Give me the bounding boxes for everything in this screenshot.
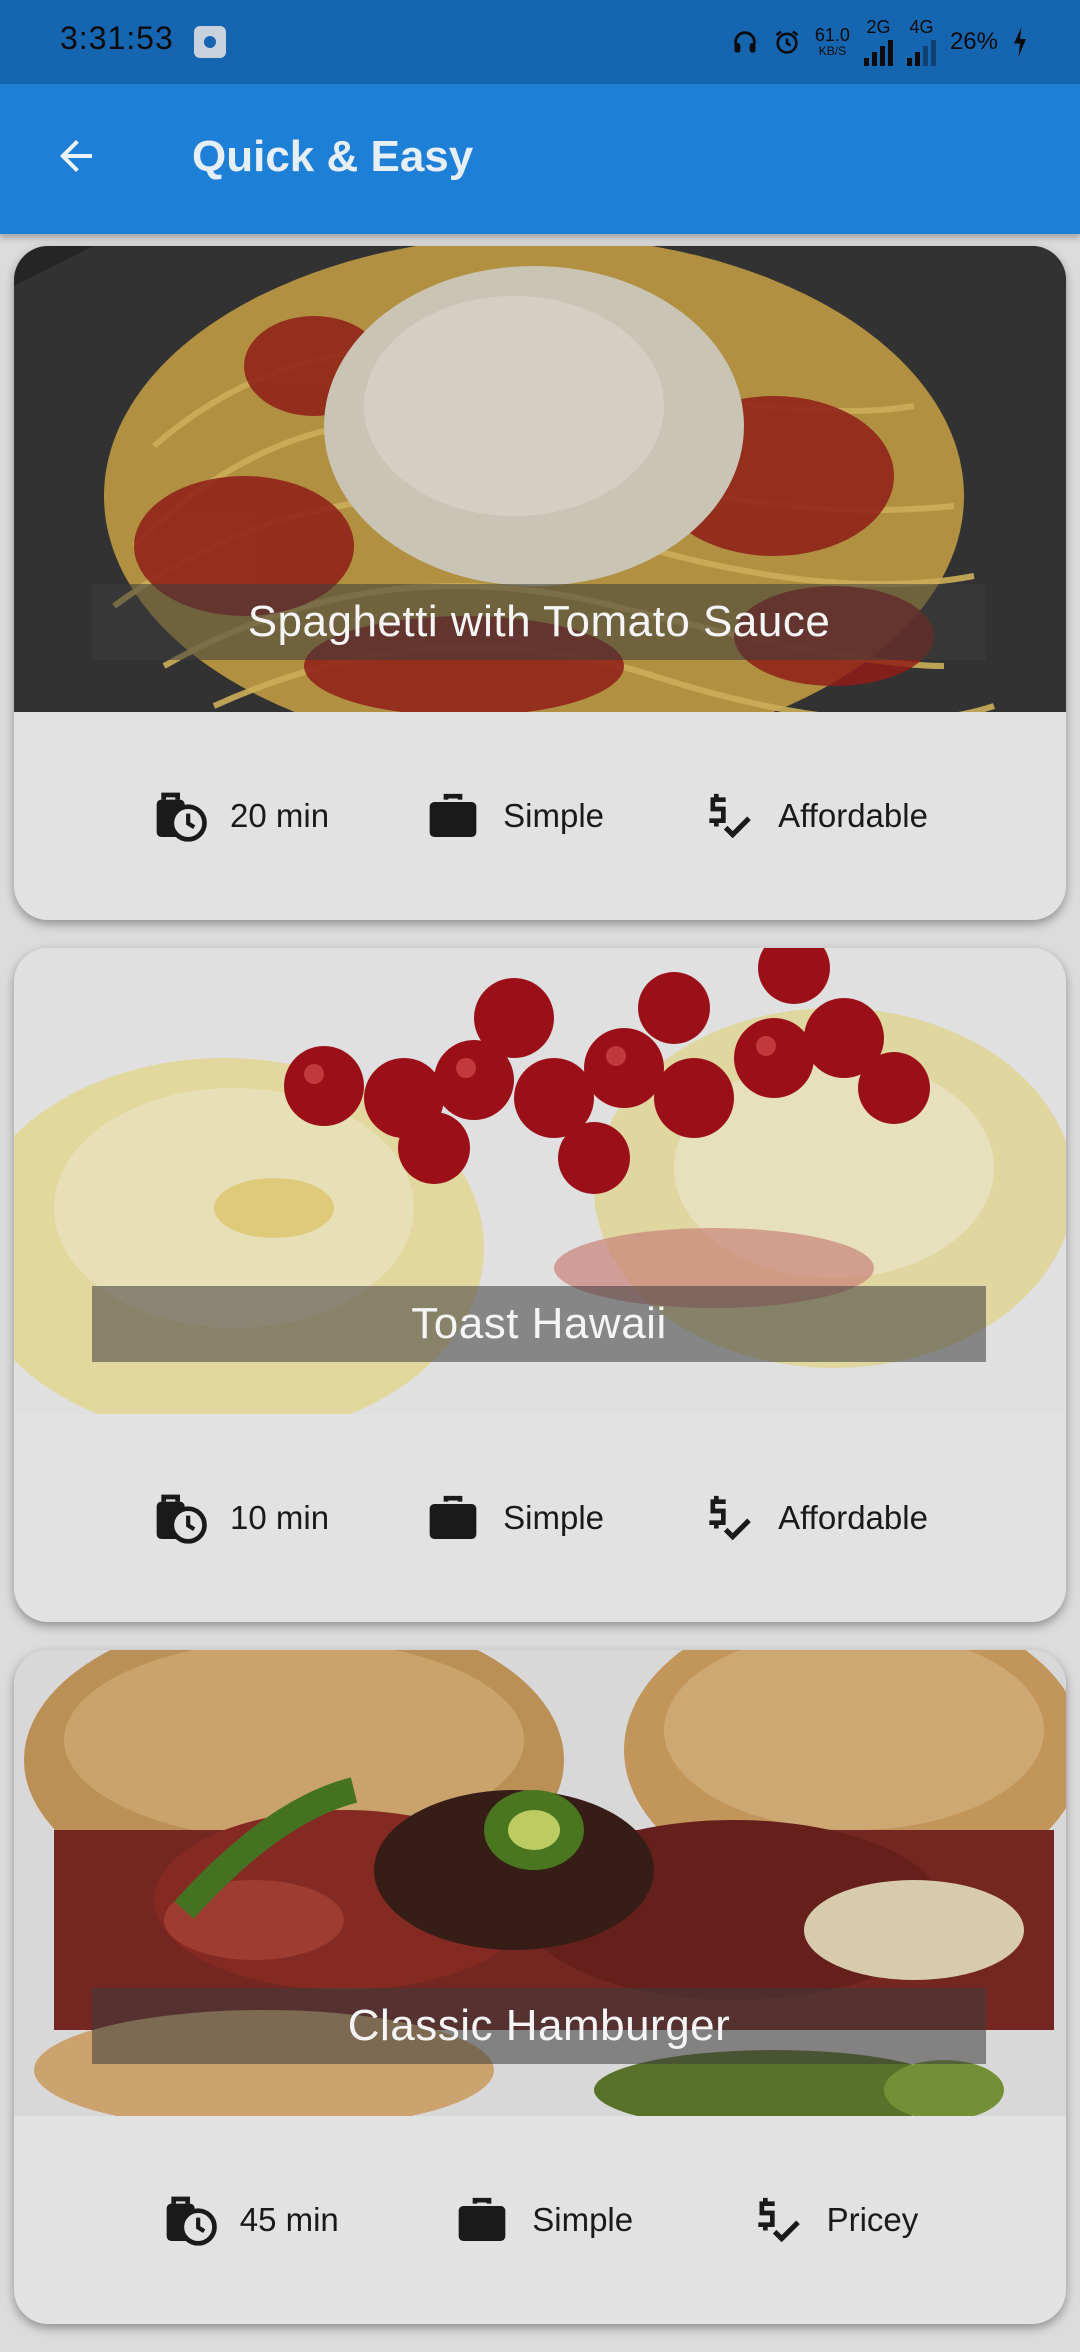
meal-title-band: Classic Hamburger bbox=[92, 1988, 986, 2064]
price-check-icon bbox=[709, 793, 751, 839]
price-check-icon bbox=[709, 1495, 751, 1541]
meal-card[interactable]: Toast Hawaii 10 min Simple Affordable bbox=[14, 948, 1066, 1622]
battery-charging-icon bbox=[1014, 27, 1026, 57]
settings-icon bbox=[194, 26, 226, 58]
meal-image: Spaghetti with Tomato Sauce bbox=[14, 246, 1066, 712]
meal-title-band: Toast Hawaii bbox=[92, 1286, 986, 1362]
meal-duration-text: 20 min bbox=[230, 797, 330, 834]
meal-title-band: Spaghetti with Tomato Sauce bbox=[92, 584, 986, 660]
meal-duration: 45 min bbox=[162, 2192, 339, 2248]
meal-info: 45 min Simple Pricey bbox=[14, 2116, 1066, 2324]
meal-info: 20 min Simple Affordable bbox=[14, 712, 1066, 920]
status-bar: 3:31:53 61.0 KB/S 2G 4G 26% bbox=[0, 0, 1080, 84]
price-check-icon bbox=[757, 2197, 800, 2243]
meal-title: Classic Hamburger bbox=[347, 2001, 731, 2050]
timer-icon bbox=[156, 1494, 207, 1544]
arrow-back-icon bbox=[60, 140, 92, 172]
network-speed-unit: KB/S bbox=[818, 44, 847, 58]
meal-affordability: Pricey bbox=[749, 2192, 919, 2248]
meal-affordability-text: Affordable bbox=[778, 797, 928, 834]
meal-affordability-text: Affordable bbox=[778, 1499, 928, 1536]
meal-card[interactable]: Spaghetti with Tomato Sauce 20 min Simpl… bbox=[14, 246, 1066, 920]
network-speed-value: 61.0 bbox=[814, 25, 850, 45]
meal-duration-text: 10 min bbox=[230, 1499, 330, 1536]
meal-title: Spaghetti with Tomato Sauce bbox=[247, 597, 831, 646]
meal-duration-text: 45 min bbox=[239, 2201, 339, 2238]
meal-complexity-text: Simple bbox=[503, 797, 605, 834]
meal-card[interactable]: Classic Hamburger 45 min Simple Pricey bbox=[14, 1650, 1066, 2324]
network-2g: 2G bbox=[863, 17, 893, 66]
meal-info: 10 min Simple Affordable bbox=[14, 1414, 1066, 1622]
signal-icon bbox=[906, 36, 936, 66]
meal-duration: 10 min bbox=[152, 1490, 329, 1546]
battery-level: 26% bbox=[949, 28, 998, 55]
status-icons: 61.0 KB/S 2G 4G 26% bbox=[731, 18, 1028, 66]
signal-icon bbox=[863, 36, 893, 66]
back-button[interactable] bbox=[44, 124, 108, 188]
briefcase-icon bbox=[429, 793, 477, 837]
timer-icon bbox=[166, 2196, 217, 2246]
network-4g-label: 4G bbox=[909, 17, 934, 37]
meal-list: Spaghetti with Tomato Sauce 20 min Simpl… bbox=[14, 246, 1066, 2352]
network-2g-label: 2G bbox=[866, 17, 891, 37]
meal-affordability: Affordable bbox=[700, 788, 928, 844]
meal-complexity: Simple bbox=[425, 788, 604, 844]
app-bar: Quick & Easy bbox=[0, 84, 1080, 234]
meal-image: Classic Hamburger bbox=[14, 1650, 1066, 2116]
meal-title: Toast Hawaii bbox=[411, 1299, 667, 1348]
network-4g: 4G bbox=[906, 17, 936, 66]
briefcase-icon bbox=[458, 2197, 506, 2241]
meal-complexity: Simple bbox=[425, 1490, 604, 1546]
meal-complexity-text: Simple bbox=[532, 2201, 634, 2238]
headphones-icon bbox=[734, 31, 756, 53]
alarm-icon bbox=[775, 30, 799, 54]
status-time: 3:31:53 bbox=[60, 20, 174, 56]
meal-duration: 20 min bbox=[152, 788, 329, 844]
meal-complexity-text: Simple bbox=[503, 1499, 605, 1536]
page-title: Quick & Easy bbox=[192, 132, 474, 181]
timer-icon bbox=[156, 792, 207, 842]
meal-affordability: Affordable bbox=[700, 1490, 928, 1546]
briefcase-icon bbox=[429, 1495, 477, 1539]
network-speed: 61.0 KB/S bbox=[815, 26, 850, 58]
meal-affordability-text: Pricey bbox=[826, 2201, 919, 2238]
meal-image: Toast Hawaii bbox=[14, 948, 1066, 1414]
meal-complexity: Simple bbox=[454, 2192, 633, 2248]
